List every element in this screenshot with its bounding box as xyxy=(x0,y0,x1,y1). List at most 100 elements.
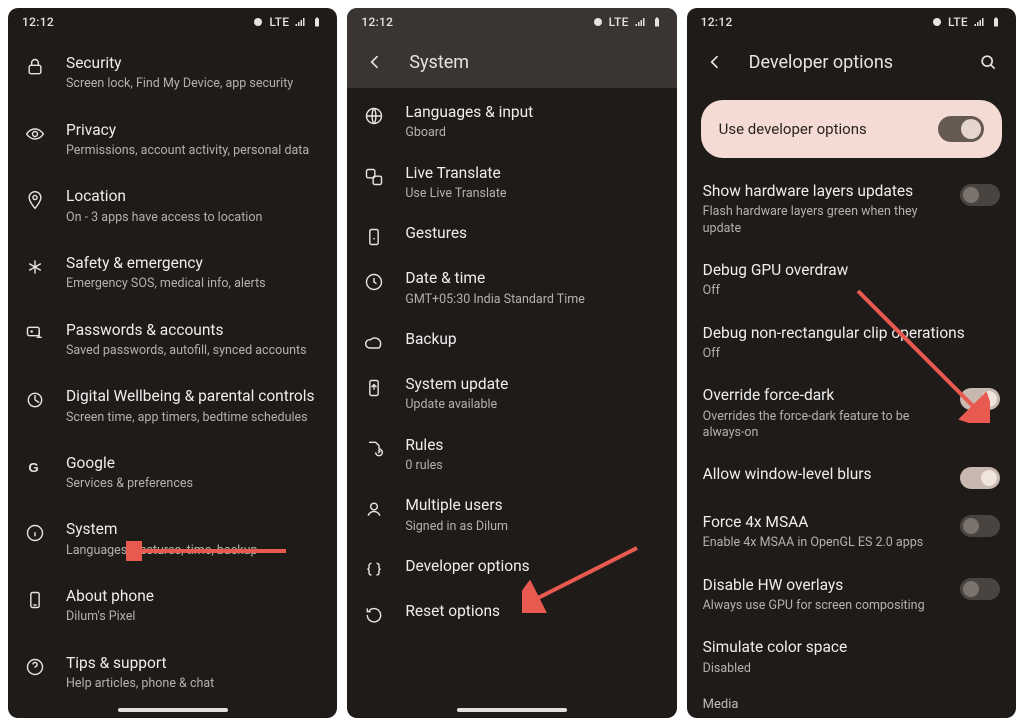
list-item[interactable]: Simulate color spaceDisabled xyxy=(687,626,1016,689)
help-icon xyxy=(22,654,48,677)
clock: 12:12 xyxy=(22,15,54,29)
item-title: Show hardware layers updates xyxy=(703,182,942,201)
item-subtitle: GMT+05:30 India Standard Time xyxy=(405,292,660,308)
item-title: Rules xyxy=(405,436,660,455)
minus-icon xyxy=(252,16,264,28)
list-item[interactable]: Multiple usersSigned in as Dilum xyxy=(347,485,676,546)
item-subtitle: Languages, gestures, time, backup xyxy=(66,543,321,559)
search-button[interactable] xyxy=(972,46,1004,78)
info-icon xyxy=(22,520,48,543)
list-item[interactable]: Languages & inputGboard xyxy=(347,92,676,153)
user-icon xyxy=(361,496,387,519)
toggle[interactable] xyxy=(960,467,1000,489)
wellbeing-icon xyxy=(22,387,48,410)
item-subtitle: Screen time, app timers, bedtime schedul… xyxy=(66,410,321,426)
list-item[interactable]: Safety & emergencyEmergency SOS, medical… xyxy=(8,240,337,307)
list-item[interactable]: SecurityScreen lock, Find My Device, app… xyxy=(8,40,337,107)
list-item[interactable]: About phone Dilum's Pixel xyxy=(8,573,337,640)
item-subtitle: Help articles, phone & chat xyxy=(66,676,321,692)
item-subtitle: Overrides the force-dark feature to be a… xyxy=(703,409,942,442)
item-subtitle: Always use GPU for screen compositing xyxy=(703,598,942,614)
gesture-nav[interactable] xyxy=(347,702,676,718)
item-subtitle: Disabled xyxy=(703,661,1000,677)
item-title: Digital Wellbeing & parental controls xyxy=(66,387,321,406)
rules-icon xyxy=(361,436,387,459)
section-media: Media xyxy=(687,689,1016,714)
cloud-icon xyxy=(361,330,387,353)
battery-icon xyxy=(990,16,1002,28)
item-subtitle: On - 3 apps have access to location xyxy=(66,210,321,226)
use-devopts-toggle[interactable] xyxy=(938,116,984,142)
item-title: Tips & support xyxy=(66,654,321,673)
list-item[interactable]: Location On - 3 apps have access to locat… xyxy=(8,173,337,240)
list-item[interactable]: Developer options xyxy=(347,546,676,591)
item-subtitle: Off xyxy=(703,346,1000,362)
item-title: Reset options xyxy=(405,602,660,621)
back-button[interactable] xyxy=(359,46,391,78)
list-item[interactable]: Reset options xyxy=(347,591,676,636)
toggle[interactable] xyxy=(960,515,1000,537)
list-item[interactable]: Force 4x MSAAEnable 4x MSAA in OpenGL ES… xyxy=(687,501,1016,564)
list-item[interactable]: Digital Wellbeing & parental controls Scr… xyxy=(8,373,337,440)
list-item[interactable]: Disable HW overlaysAlways use GPU for sc… xyxy=(687,564,1016,627)
appbar-title: Developer options xyxy=(749,52,893,73)
list-item[interactable]: Gestures xyxy=(347,213,676,258)
list-item[interactable]: Live TranslateUse Live Translate xyxy=(347,153,676,214)
item-title: Date & time xyxy=(405,269,660,288)
phone-icon xyxy=(22,587,48,610)
use-devopts-banner[interactable]: Use developer options xyxy=(701,100,1002,158)
toggle[interactable] xyxy=(960,388,1000,410)
back-button[interactable] xyxy=(699,46,731,78)
item-title: Gestures xyxy=(405,224,660,243)
appbar: Developer options xyxy=(687,36,1016,88)
screen-settings: 12:12 LTE SecurityScreen lock, Find My D… xyxy=(8,8,337,718)
item-title: Multiple users xyxy=(405,496,660,515)
toggle[interactable] xyxy=(960,184,1000,206)
gesture-nav[interactable] xyxy=(8,702,337,718)
list-item[interactable]: PrivacyPermissions, account activity, pe… xyxy=(8,107,337,174)
asterisk-icon xyxy=(22,254,48,277)
item-subtitle: Screen lock, Find My Device, app securit… xyxy=(66,76,321,92)
item-subtitle: Dilum's Pixel xyxy=(66,609,321,625)
item-title: About phone xyxy=(66,587,321,606)
battery-icon xyxy=(311,16,323,28)
devopts-list[interactable]: Show hardware layers updates Flash hardwa… xyxy=(687,166,1016,718)
signal-icon xyxy=(294,16,306,28)
lock-icon xyxy=(22,54,48,77)
item-subtitle: Use Live Translate xyxy=(405,186,660,202)
list-item[interactable]: System Languages, gestures, time, backup xyxy=(8,506,337,573)
list-item[interactable]: Show hardware layers updates Flash hardwa… xyxy=(687,170,1016,249)
list-item[interactable]: Passwords & accountsSaved passwords, aut… xyxy=(8,307,337,374)
item-title: System xyxy=(66,520,321,539)
settings-list[interactable]: SecurityScreen lock, Find My Device, app… xyxy=(8,36,337,702)
item-subtitle: Update available xyxy=(405,397,660,413)
key-icon xyxy=(22,321,48,344)
list-item[interactable]: Debug non-rectangular clip operationsOff xyxy=(687,312,1016,375)
list-item[interactable]: GoogleServices & preferences xyxy=(8,440,337,507)
list-item[interactable]: Backup xyxy=(347,319,676,364)
item-subtitle: Off xyxy=(703,283,1000,299)
list-item[interactable]: Debug GPU overdrawOff xyxy=(687,249,1016,312)
clock-icon xyxy=(361,269,387,292)
item-subtitle: Services & preferences xyxy=(66,476,321,492)
toggle[interactable] xyxy=(960,578,1000,600)
item-title: Location xyxy=(66,187,321,206)
gesture-icon xyxy=(361,224,387,247)
statusbar: 12:12 LTE xyxy=(687,8,1016,36)
clock: 12:12 xyxy=(361,15,393,29)
list-item[interactable]: Override force-darkOverrides the force-d… xyxy=(687,374,1016,453)
system-list[interactable]: Languages & inputGboardLive TranslateUse… xyxy=(347,88,676,702)
clock: 12:12 xyxy=(701,15,733,29)
item-subtitle: Emergency SOS, medical info, alerts xyxy=(66,276,321,292)
translate-icon xyxy=(361,164,387,187)
list-item[interactable]: Rules0 rules xyxy=(347,425,676,486)
item-subtitle: Flash hardware layers green when they up… xyxy=(703,204,942,237)
list-item[interactable]: Date & time GMT+05:30 India Standard Time xyxy=(347,258,676,319)
list-item[interactable]: Allow window-level blurs xyxy=(687,453,1016,501)
list-item[interactable]: System updateUpdate available xyxy=(347,364,676,425)
minus-icon xyxy=(931,16,943,28)
reset-icon xyxy=(361,602,387,625)
google-icon xyxy=(22,454,48,477)
list-item[interactable]: Tips & support Help articles, phone & cha… xyxy=(8,640,337,702)
appbar: System xyxy=(347,36,676,88)
